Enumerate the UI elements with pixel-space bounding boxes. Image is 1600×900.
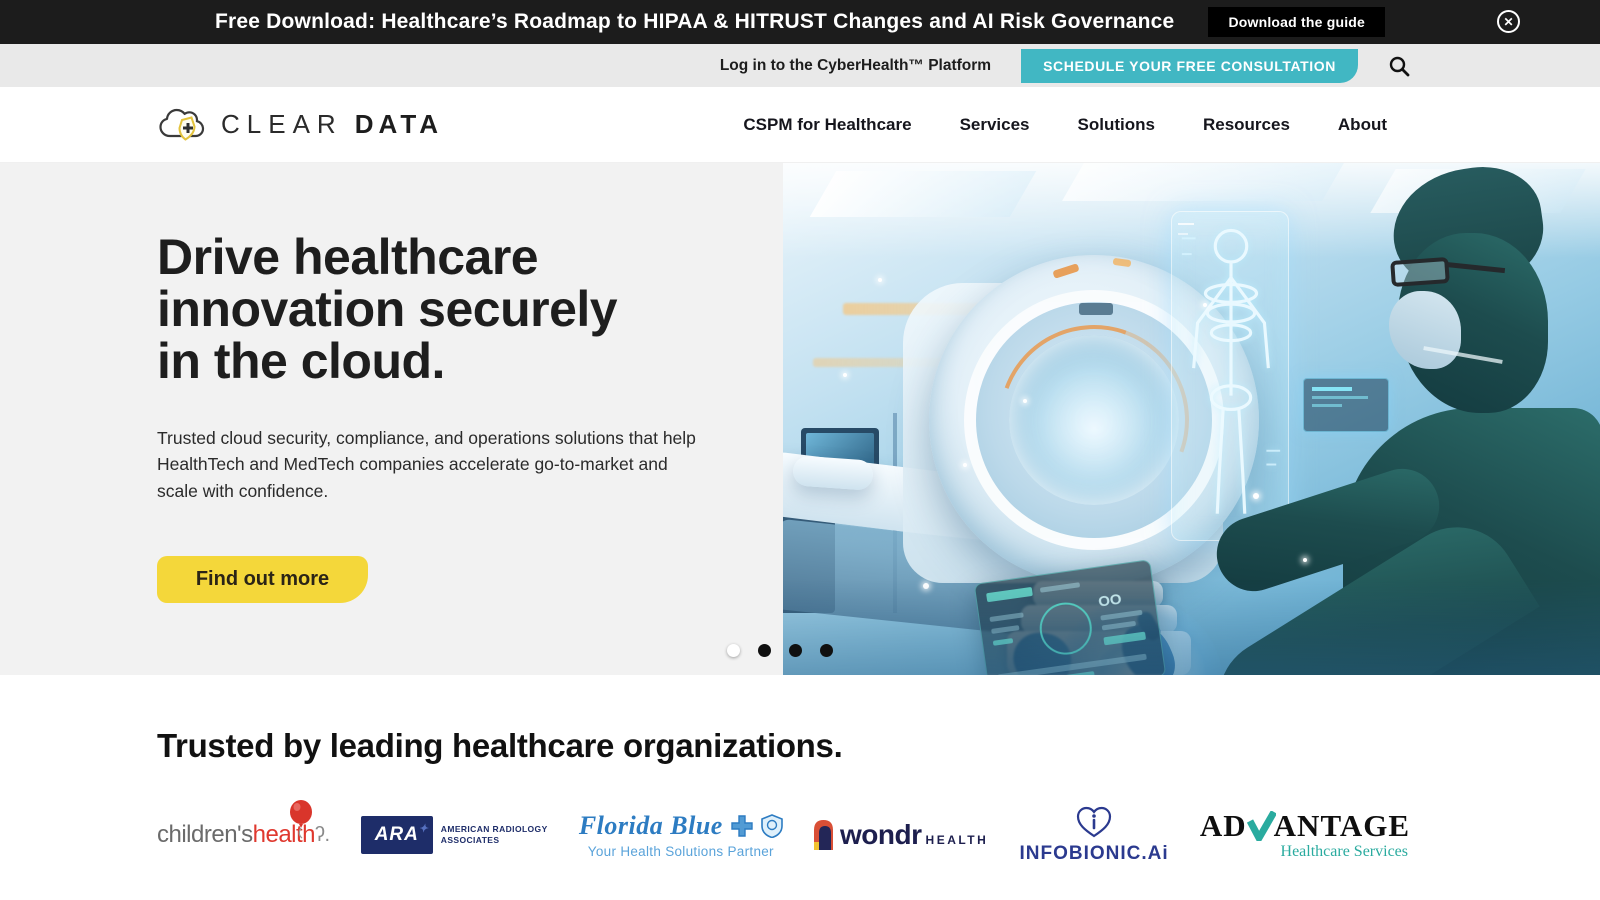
client-logo-row: children'shealthʔ. ARA ✦ AMERICAN RADIOL… bbox=[0, 805, 1600, 865]
glasses bbox=[1390, 257, 1450, 287]
banner-close-icon[interactable]: ✕ bbox=[1497, 10, 1520, 33]
balloon-icon bbox=[286, 799, 316, 839]
magnifier-glyph bbox=[1388, 55, 1410, 77]
ara-badge: ARA ✦ bbox=[361, 816, 433, 854]
nav-item-services[interactable]: Services bbox=[960, 115, 1030, 135]
logo-text-bold: DATA bbox=[355, 109, 443, 140]
holo-panel-small bbox=[1303, 378, 1389, 432]
hero-copy: Drive healthcare innovation securely in … bbox=[157, 231, 777, 603]
trusted-heading: Trusted by leading healthcare organizati… bbox=[157, 727, 1600, 765]
nav-item-about[interactable]: About bbox=[1338, 115, 1387, 135]
logo-wondr-health: wondr HEALTH bbox=[814, 819, 988, 851]
utility-bar: Log in to the CyberHealth™ Platform SCHE… bbox=[0, 44, 1600, 87]
hero-paragraph: Trusted cloud security, compliance, and … bbox=[157, 425, 709, 504]
logo-ara: ARA ✦ AMERICAN RADIOLOGY ASSOCIATES bbox=[361, 816, 548, 854]
promo-banner: Free Download: Healthcare’s Roadmap to H… bbox=[0, 0, 1600, 44]
carousel-dot-1[interactable] bbox=[727, 644, 740, 657]
find-out-more-button[interactable]: Find out more bbox=[157, 556, 368, 603]
nav-item-resources[interactable]: Resources bbox=[1203, 115, 1290, 135]
carousel-dot-4[interactable] bbox=[820, 644, 833, 657]
hero-image: OO bbox=[783, 163, 1600, 675]
shield-icon bbox=[761, 814, 783, 838]
carousel-dots bbox=[727, 644, 833, 657]
cleardata-logo[interactable]: CLEAR DATA bbox=[157, 102, 443, 148]
medical-cross-icon bbox=[730, 814, 754, 838]
trusted-section: Trusted by leading healthcare organizati… bbox=[0, 727, 1600, 865]
face-mask bbox=[1389, 291, 1461, 369]
skeleton-hologram bbox=[1171, 211, 1289, 541]
hero-section: OO Drive healthcare innovation securely … bbox=[0, 163, 1600, 675]
promo-banner-text: Free Download: Healthcare’s Roadmap to H… bbox=[215, 10, 1174, 34]
hero-heading: Drive healthcare innovation securely in … bbox=[157, 231, 777, 387]
logo-text-light: CLEAR bbox=[221, 109, 343, 140]
cyberhealth-login-link[interactable]: Log in to the CyberHealth™ Platform bbox=[720, 57, 991, 75]
logo-advantage: AD ANTAGE Healthcare Services bbox=[1200, 810, 1410, 861]
nav-item-solutions[interactable]: Solutions bbox=[1078, 115, 1155, 135]
schedule-consultation-button[interactable]: SCHEDULE YOUR FREE CONSULTATION bbox=[1021, 49, 1358, 83]
nav-items: CSPM for Healthcare Services Solutions R… bbox=[743, 115, 1387, 135]
arch-icon bbox=[814, 820, 833, 850]
carousel-dot-2[interactable] bbox=[758, 644, 771, 657]
checkmark-icon bbox=[1246, 811, 1276, 841]
cloud-shield-icon bbox=[157, 102, 209, 148]
download-guide-button[interactable]: Download the guide bbox=[1208, 7, 1385, 37]
main-nav: CLEAR DATA CSPM for Healthcare Services S… bbox=[0, 87, 1600, 163]
logo-infobionic: INFOBIONIC.Ai bbox=[1020, 805, 1169, 865]
nav-item-cspm[interactable]: CSPM for Healthcare bbox=[743, 115, 911, 135]
carousel-dot-3[interactable] bbox=[789, 644, 802, 657]
heart-i-icon bbox=[1075, 805, 1113, 839]
logo-childrens-health: children'shealthʔ. bbox=[157, 821, 330, 849]
search-icon[interactable] bbox=[1388, 55, 1410, 77]
logo-florida-blue: Florida Blue Your Health Solutions Partn… bbox=[579, 811, 783, 859]
